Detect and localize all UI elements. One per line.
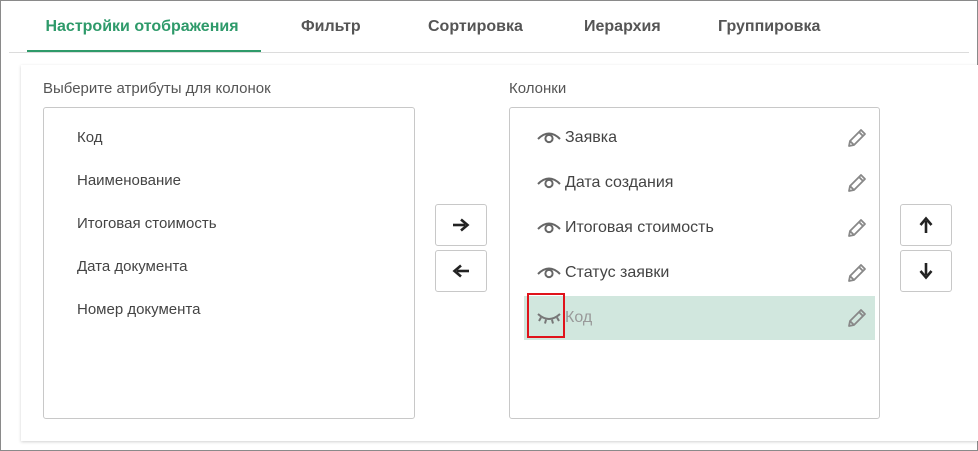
move-down-button[interactable] [900, 250, 952, 292]
column-label: Код [565, 309, 593, 326]
tab-filter[interactable]: Фильтр [301, 1, 361, 52]
move-right-button[interactable] [435, 204, 487, 246]
pencil-icon[interactable] [845, 126, 869, 150]
columns-list[interactable]: Заявка Дата создания Итоговая стоимость [509, 107, 880, 419]
column-label: Заявка [565, 129, 617, 146]
attribute-item-document-number[interactable]: Номер документа [77, 301, 200, 318]
column-label: Итоговая стоимость [565, 219, 714, 236]
pencil-icon[interactable] [845, 306, 869, 330]
pencil-icon[interactable] [845, 261, 869, 285]
annotation-highlight-box [527, 293, 565, 338]
available-attributes-list[interactable]: Код Наименование Итоговая стоимость Дата… [43, 107, 415, 419]
arrow-right-icon [453, 218, 470, 232]
eye-icon[interactable] [536, 264, 562, 280]
tab-hierarchy[interactable]: Иерархия [584, 1, 661, 52]
attribute-item-total-cost[interactable]: Итоговая стоимость [77, 215, 217, 232]
available-attributes-label: Выберите атрибуты для колонок [43, 80, 271, 97]
attribute-item-name[interactable]: Наименование [77, 172, 181, 189]
tab-bar: Настройки отображения Фильтр Сортировка … [9, 1, 969, 52]
arrow-down-icon [919, 263, 933, 280]
pencil-icon[interactable] [845, 216, 869, 240]
eye-icon[interactable] [536, 174, 562, 190]
column-row-request[interactable]: Заявка [524, 116, 875, 160]
tab-sort[interactable]: Сортировка [428, 1, 523, 52]
settings-dialog: Настройки отображения Фильтр Сортировка … [0, 0, 978, 451]
column-row-code[interactable]: Код [524, 296, 875, 340]
tab-grouping[interactable]: Группировка [718, 1, 820, 52]
arrow-up-icon [919, 216, 933, 233]
columns-label: Колонки [509, 80, 567, 97]
arrow-left-icon [452, 264, 469, 278]
move-up-button[interactable] [900, 204, 952, 246]
column-row-creation-date[interactable]: Дата создания [524, 161, 875, 205]
move-left-button[interactable] [435, 250, 487, 292]
pencil-icon[interactable] [845, 171, 869, 195]
tab-display-settings[interactable]: Настройки отображения [27, 1, 261, 52]
tab-divider [9, 52, 969, 53]
column-label: Статус заявки [565, 264, 670, 281]
column-label: Дата создания [565, 174, 674, 191]
attribute-item-code[interactable]: Код [77, 129, 103, 146]
eye-icon[interactable] [536, 219, 562, 235]
column-row-request-status[interactable]: Статус заявки [524, 251, 875, 295]
attribute-item-document-date[interactable]: Дата документа [77, 258, 188, 275]
eye-icon[interactable] [536, 129, 562, 145]
column-row-total-cost[interactable]: Итоговая стоимость [524, 206, 875, 250]
